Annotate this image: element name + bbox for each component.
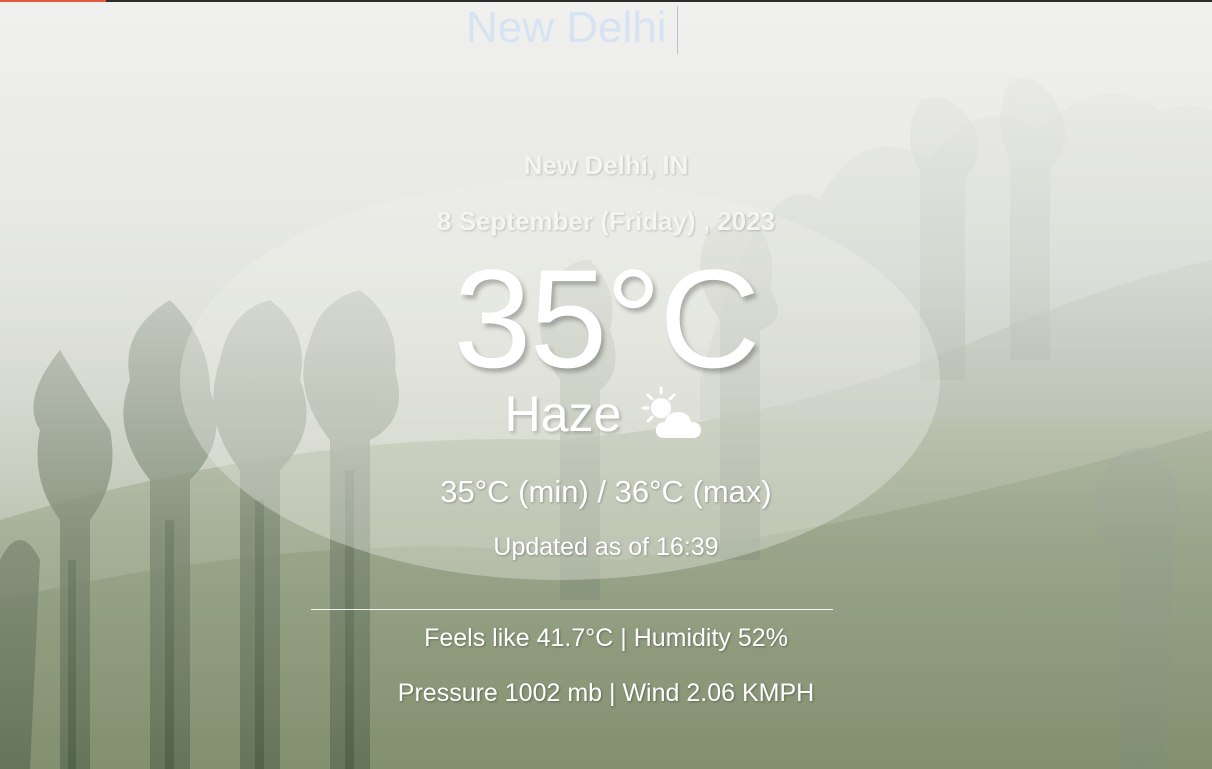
min-max-temperature: 35°C (min) / 36°C (max) (440, 474, 772, 509)
city-search-input[interactable] (466, 2, 866, 54)
feels-like-humidity: Feels like 41.7°C | Humidity 52% (424, 624, 788, 652)
weather-condition: Haze (0, 384, 1212, 444)
location-label: New Delhi, IN (523, 150, 689, 180)
divider (311, 609, 833, 610)
updated-time: Updated as of 16:39 (493, 533, 719, 561)
weather-app-screen: New Delhi, IN 8 September (Friday) , 202… (0, 0, 1212, 769)
sun-behind-cloud-icon (641, 386, 702, 438)
loading-accent-bar (0, 0, 106, 2)
pressure-wind: Pressure 1002 mb | Wind 2.06 KMPH (397, 679, 815, 707)
current-temperature: 35°C (453, 240, 761, 397)
text-cursor (677, 6, 678, 54)
condition-label: Haze (504, 386, 622, 442)
date-label: 8 September (Friday) , 2023 (436, 206, 776, 236)
